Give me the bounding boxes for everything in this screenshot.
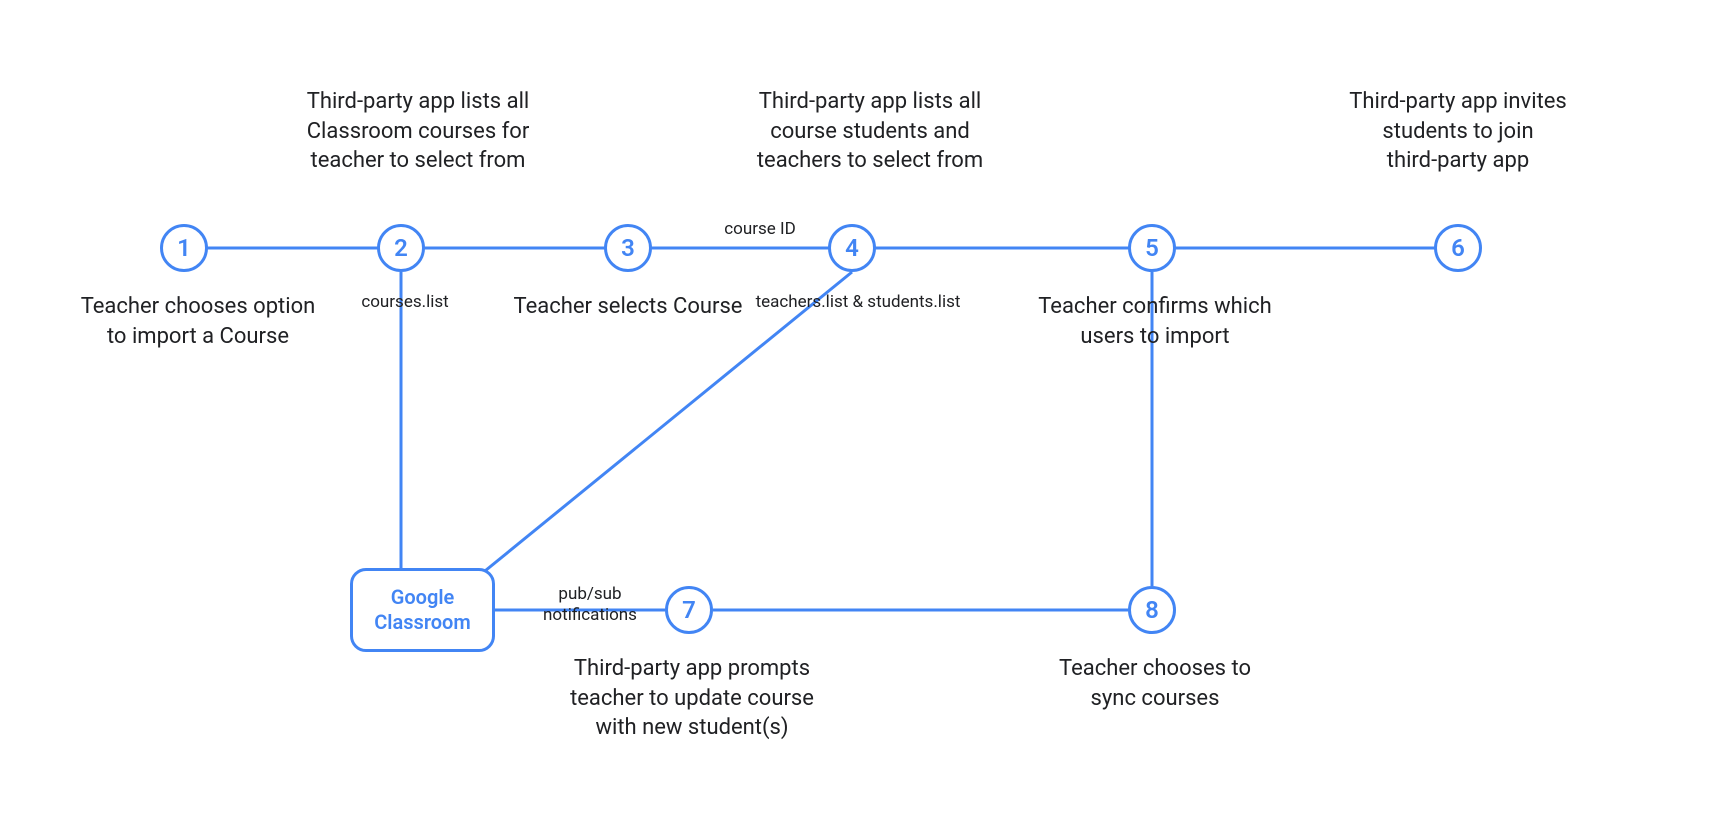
step-7-label-below: Third-party app prompts teacher to updat… bbox=[552, 654, 832, 743]
api-label-courses-list: courses.list bbox=[350, 292, 460, 313]
step-number: 3 bbox=[621, 234, 635, 262]
edge-label-course-id: course ID bbox=[700, 219, 820, 240]
step-8-label-below: Teacher chooses to sync courses bbox=[1040, 654, 1270, 713]
step-node-7: 7 bbox=[665, 586, 713, 634]
google-classroom-label: Google Classroom bbox=[374, 585, 471, 635]
step-node-3: 3 bbox=[604, 224, 652, 272]
google-classroom-node: Google Classroom bbox=[350, 568, 495, 652]
edge-label-pubsub: pub/sub notifications bbox=[530, 584, 650, 627]
step-2-label-above: Third-party app lists all Classroom cour… bbox=[278, 87, 558, 176]
step-5-label-below: Teacher confirms which users to import bbox=[1020, 292, 1290, 351]
step-node-4: 4 bbox=[828, 224, 876, 272]
step-4-label-above: Third-party app lists all course student… bbox=[730, 87, 1010, 176]
step-node-6: 6 bbox=[1434, 224, 1482, 272]
step-number: 6 bbox=[1451, 234, 1465, 262]
step-1-label-below: Teacher chooses option to import a Cours… bbox=[68, 292, 328, 351]
step-number: 5 bbox=[1145, 234, 1159, 262]
step-6-label-above: Third-party app invites students to join… bbox=[1308, 87, 1608, 176]
step-number: 4 bbox=[845, 234, 859, 262]
step-node-8: 8 bbox=[1128, 586, 1176, 634]
step-node-2: 2 bbox=[377, 224, 425, 272]
step-number: 7 bbox=[682, 596, 696, 624]
step-node-5: 5 bbox=[1128, 224, 1176, 272]
api-label-teachers-students-list: teachers.list & students.list bbox=[748, 292, 968, 313]
step-3-label-below: Teacher selects Course bbox=[508, 292, 748, 322]
step-number: 1 bbox=[177, 234, 191, 262]
step-node-1: 1 bbox=[160, 224, 208, 272]
step-number: 2 bbox=[394, 234, 408, 262]
step-number: 8 bbox=[1145, 596, 1159, 624]
